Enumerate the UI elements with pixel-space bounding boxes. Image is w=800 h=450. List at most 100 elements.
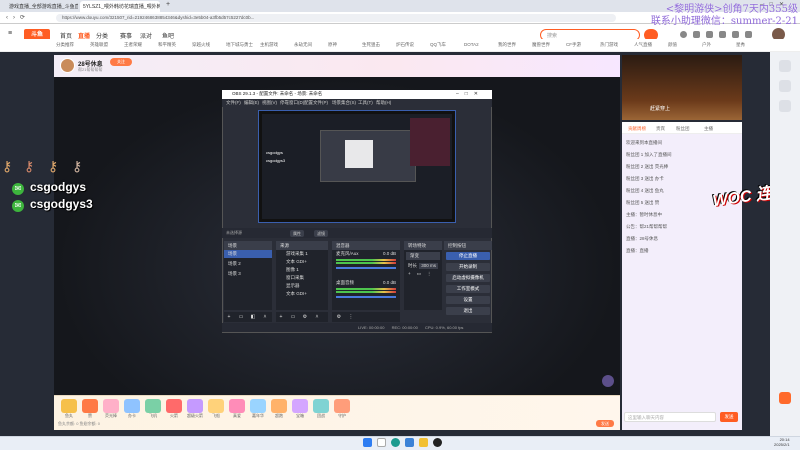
gift-icon[interactable] [250, 399, 266, 413]
gift-icon[interactable] [124, 399, 140, 413]
obs-menu-docks[interactable]: 停靠窗口(D) [280, 100, 304, 106]
volume-slider[interactable] [336, 296, 396, 298]
category-link[interactable]: 分类推荐 [56, 42, 74, 48]
studio-mode-button[interactable]: 工作室模式 [446, 285, 490, 293]
obs-scene-item[interactable]: 场景 3 [224, 270, 272, 278]
tab-vip[interactable]: 贵宾 [656, 126, 665, 132]
trash-icon[interactable]: ▭ [238, 314, 244, 320]
streamer-avatar[interactable] [60, 58, 75, 73]
nav-arrows-icon[interactable]: ‹›⟳ [6, 14, 30, 21]
start-recording-button[interactable]: 开始录制 [446, 263, 490, 271]
add-icon[interactable]: + [226, 314, 232, 320]
gift-icon[interactable] [187, 399, 203, 413]
browser-tab-active[interactable]: 5YLSZ1_喂外韩坊花瑞直播_喂外韩... [80, 1, 160, 12]
search-icon[interactable] [377, 438, 386, 447]
gift-icon[interactable] [271, 399, 287, 413]
category-link[interactable]: 英雄联盟 [90, 42, 108, 48]
gift-icon[interactable] [313, 399, 329, 413]
gift-icon[interactable] [61, 399, 77, 413]
category-link[interactable]: DOTA2 [464, 42, 479, 47]
category-link[interactable]: 原神 [328, 42, 337, 48]
duration-input[interactable]: 300 ms [419, 263, 438, 269]
menu-icon[interactable]: ≡ [8, 30, 12, 37]
download-icon[interactable] [719, 31, 726, 38]
obs-source-item[interactable]: 文本 GDI+ [276, 258, 328, 266]
stop-streaming-button[interactable]: 停止直播 [446, 252, 490, 260]
start-icon[interactable] [363, 438, 372, 447]
gift-icon[interactable] [292, 399, 308, 413]
rail-icon[interactable] [779, 392, 791, 404]
tab-weekly-rank[interactable]: 贡献周榜 [628, 126, 646, 132]
follow-button[interactable]: 关注 [110, 58, 132, 66]
trash-icon[interactable]: ▭ [417, 271, 421, 277]
gift-icon[interactable] [145, 399, 161, 413]
obs-scene-item[interactable]: 场景 2 [224, 260, 272, 268]
category-link[interactable]: 和平精英 [158, 42, 176, 48]
obs-scene-item[interactable]: 场景 [224, 250, 272, 258]
gift-icon[interactable] [82, 399, 98, 413]
category-link[interactable]: 穿越火线 [192, 42, 210, 48]
obs-properties-button[interactable]: 属性 [290, 230, 304, 237]
add-icon[interactable]: + [408, 271, 411, 277]
category-link[interactable]: 我的世界 [498, 42, 516, 48]
category-link[interactable]: 地下城与勇士 [226, 42, 253, 48]
more-icon[interactable]: ⋮ [348, 314, 354, 320]
filter-icon[interactable]: ◧ [250, 314, 256, 320]
obs-source-item[interactable]: 游戏采集 1 [276, 250, 328, 258]
category-link[interactable]: 颜值 [668, 42, 677, 48]
edge-icon[interactable] [405, 438, 414, 447]
category-link[interactable]: 户外 [702, 42, 711, 48]
task-icon[interactable] [745, 31, 752, 38]
obs-menu-view[interactable]: 视图(V) [262, 100, 277, 106]
gift-icon[interactable] [208, 399, 224, 413]
trash-icon[interactable]: ▭ [290, 314, 296, 320]
exit-button[interactable]: 退出 [446, 307, 490, 315]
category-link[interactable]: 魔兽世界 [532, 42, 550, 48]
browser-icon[interactable] [391, 438, 400, 447]
chat-input[interactable]: 这里输入聊天内容 [624, 412, 716, 422]
gift-icon[interactable] [334, 399, 350, 413]
gift-icon[interactable] [229, 399, 245, 413]
obs-menu-scene-collection[interactable]: 场景集合(S) [332, 100, 356, 106]
tab-fans[interactable]: 粉丝团 [676, 126, 690, 132]
rail-icon[interactable] [779, 100, 791, 112]
chat-send-button[interactable]: 发送 [720, 412, 738, 422]
category-link[interactable]: 热门游戏 [600, 42, 618, 48]
history-icon[interactable] [680, 31, 687, 38]
gift-icon[interactable] [103, 399, 119, 413]
game-ad-panel[interactable] [622, 55, 742, 120]
arrow-up-icon[interactable]: ˄ [314, 314, 320, 320]
tab-host[interactable]: 主播 [704, 126, 713, 132]
explorer-icon[interactable] [419, 438, 428, 447]
new-tab-icon[interactable]: + [166, 1, 170, 8]
category-link[interactable]: 王者荣耀 [124, 42, 142, 48]
category-link[interactable]: 永劫无间 [294, 42, 312, 48]
category-link[interactable]: 生死狙击 [362, 42, 380, 48]
broadcast-icon[interactable] [732, 31, 739, 38]
obs-source-item[interactable]: 图像 1 [276, 266, 328, 274]
add-icon[interactable]: + [278, 314, 284, 320]
follow-icon[interactable] [693, 31, 700, 38]
category-link[interactable]: 炉石传说 [396, 42, 414, 48]
obs-menu-edit[interactable]: 编辑(E) [244, 100, 259, 106]
obs-icon[interactable] [433, 438, 442, 447]
obs-menu-profile[interactable]: 配置文件(P) [304, 100, 328, 106]
player-settings-icon[interactable] [602, 375, 614, 387]
gift-icon[interactable] [166, 399, 182, 413]
send-gift-button[interactable]: 发送 [596, 420, 614, 427]
volume-slider[interactable] [336, 267, 396, 269]
transition-select[interactable]: 渐变 [406, 252, 440, 260]
category-link[interactable]: QQ飞车 [430, 42, 446, 48]
category-link[interactable]: 主机游戏 [260, 42, 278, 48]
rail-icon[interactable] [779, 60, 791, 72]
category-link[interactable]: 星秀 [736, 42, 745, 48]
gear-icon[interactable]: ⚙ [302, 314, 308, 320]
obs-menu-file[interactable]: 文件(F) [226, 100, 241, 106]
browser-tab[interactable]: 游戏直播_全部游戏直播_斗鱼直播 [6, 1, 78, 12]
start-virtual-camera-button[interactable]: 启动虚拟摄像机 [446, 274, 490, 282]
gear-icon[interactable]: ⚙ [336, 314, 342, 320]
category-link[interactable]: CF手游 [566, 42, 581, 48]
obs-window-controls-icon[interactable]: –□✕ [456, 91, 484, 97]
obs-source-item[interactable]: 显示器 [276, 282, 328, 290]
obs-filters-button[interactable]: 滤镜 [314, 230, 328, 237]
